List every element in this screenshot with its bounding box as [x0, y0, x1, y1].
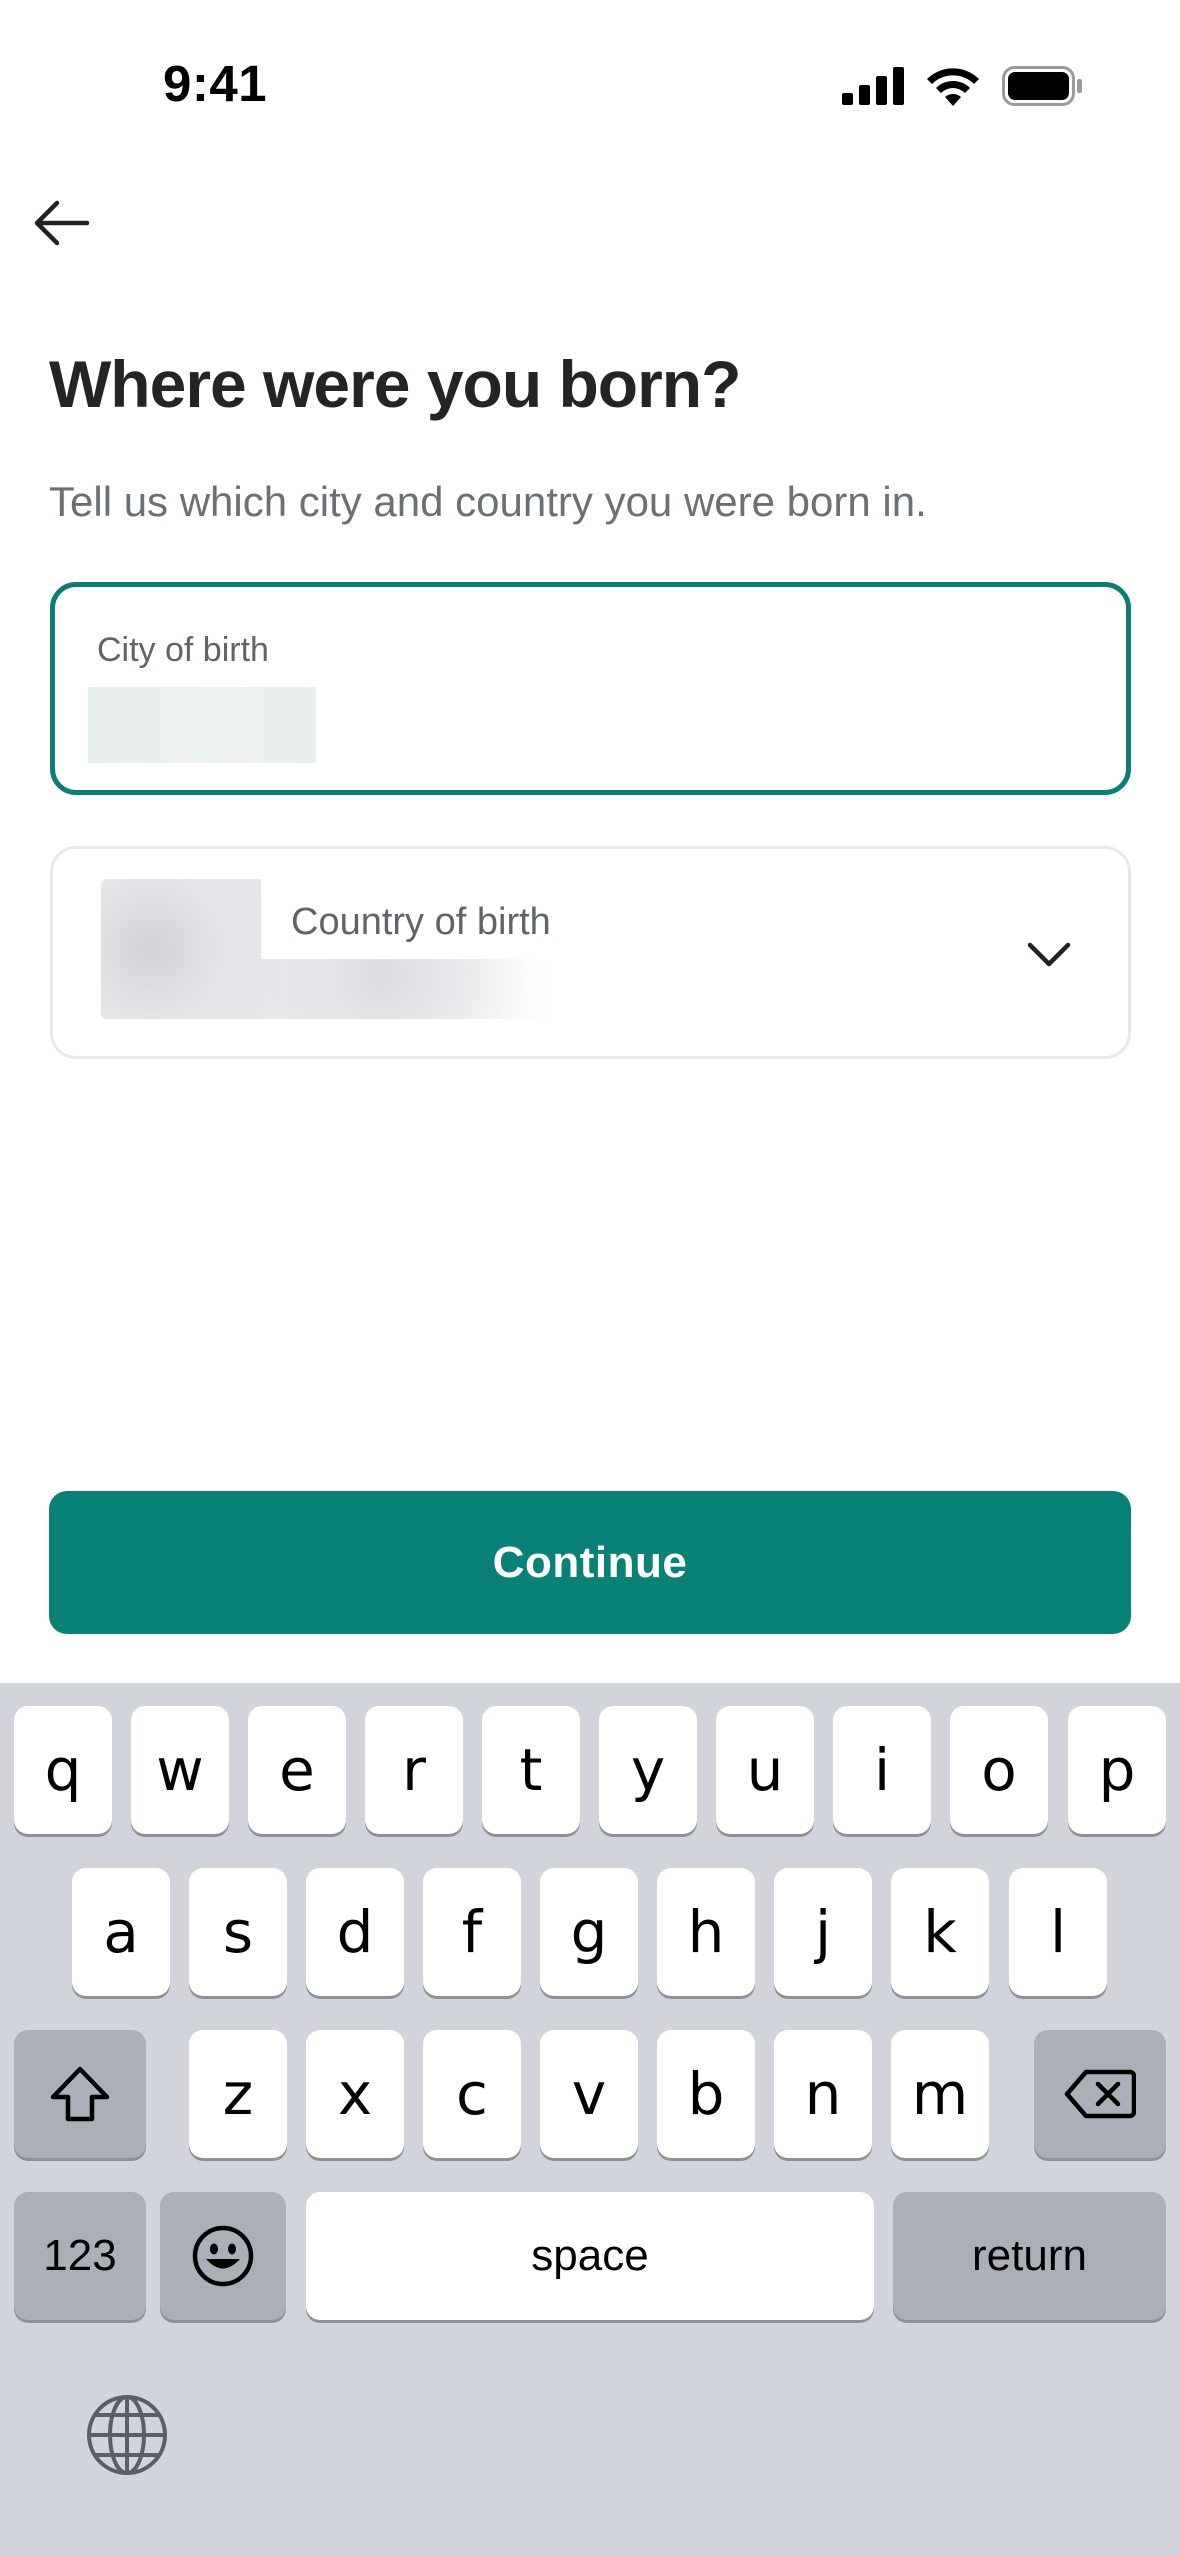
- space-key[interactable]: space: [306, 2192, 874, 2320]
- return-key[interactable]: return: [893, 2192, 1166, 2320]
- key-t[interactable]: t: [482, 1706, 580, 1834]
- key-n[interactable]: n: [774, 2030, 872, 2158]
- key-e[interactable]: e: [248, 1706, 346, 1834]
- key-i[interactable]: i: [833, 1706, 931, 1834]
- arrow-left-icon: [34, 200, 90, 246]
- key-q[interactable]: q: [14, 1706, 112, 1834]
- globe-key[interactable]: [82, 2390, 172, 2480]
- cellular-signal-icon: [842, 67, 904, 105]
- city-of-birth-input[interactable]: City of birth: [50, 582, 1131, 795]
- emoji-icon: [192, 2225, 254, 2287]
- key-a[interactable]: a: [72, 1868, 170, 1996]
- key-l[interactable]: l: [1009, 1868, 1107, 1996]
- numbers-key[interactable]: 123: [14, 2192, 146, 2320]
- key-k[interactable]: k: [891, 1868, 989, 1996]
- status-time: 9:41: [163, 55, 268, 112]
- globe-icon: [87, 2395, 167, 2475]
- status-icons: [842, 66, 1084, 106]
- key-f[interactable]: f: [423, 1868, 521, 1996]
- key-z[interactable]: z: [189, 2030, 287, 2158]
- key-y[interactable]: y: [599, 1706, 697, 1834]
- country-of-birth-select[interactable]: Country of birth: [50, 846, 1131, 1059]
- key-c[interactable]: c: [423, 2030, 521, 2158]
- key-j[interactable]: j: [774, 1868, 872, 1996]
- shift-icon: [50, 2066, 110, 2122]
- backspace-icon: [1064, 2069, 1136, 2119]
- page-title: Where were you born?: [49, 347, 741, 421]
- page-subtitle: Tell us which city and country you were …: [49, 478, 927, 525]
- wifi-icon: [927, 68, 979, 106]
- key-g[interactable]: g: [540, 1868, 638, 1996]
- status-bar: 9:41: [0, 0, 1180, 175]
- key-o[interactable]: o: [950, 1706, 1048, 1834]
- key-v[interactable]: v: [540, 2030, 638, 2158]
- chevron-down-icon: [1027, 942, 1071, 967]
- key-d[interactable]: d: [306, 1868, 404, 1996]
- key-b[interactable]: b: [657, 2030, 755, 2158]
- key-x[interactable]: x: [306, 2030, 404, 2158]
- back-button[interactable]: [26, 188, 96, 258]
- key-w[interactable]: w: [131, 1706, 229, 1834]
- battery-icon: [1002, 66, 1082, 106]
- city-value-redacted: [88, 687, 316, 763]
- emoji-key[interactable]: [160, 2192, 286, 2320]
- city-of-birth-label: City of birth: [97, 631, 269, 669]
- continue-button[interactable]: Continue: [49, 1491, 1131, 1634]
- backspace-key[interactable]: [1034, 2030, 1166, 2158]
- key-h[interactable]: h: [657, 1868, 755, 1996]
- shift-key[interactable]: [14, 2030, 146, 2158]
- key-r[interactable]: r: [365, 1706, 463, 1834]
- key-u[interactable]: u: [716, 1706, 814, 1834]
- key-m[interactable]: m: [891, 2030, 989, 2158]
- key-p[interactable]: p: [1068, 1706, 1166, 1834]
- key-s[interactable]: s: [189, 1868, 287, 1996]
- country-of-birth-label: Country of birth: [291, 901, 551, 943]
